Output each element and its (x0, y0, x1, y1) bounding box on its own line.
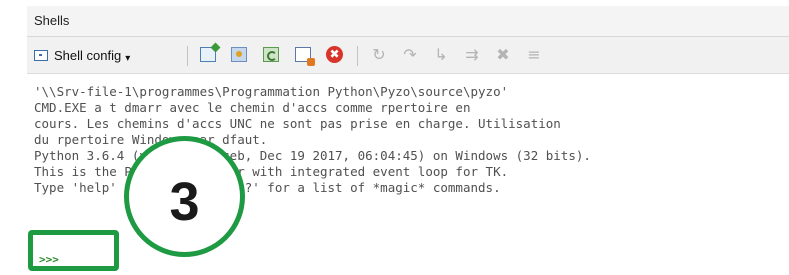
shell-output-line: Python 3.6.4 (v3.6.4:d48eceb, Dec 19 201… (34, 148, 591, 163)
debug-shell-icon[interactable] (231, 47, 247, 62)
panel-title: Shells (34, 13, 70, 28)
shell-config-label: Shell config (54, 47, 122, 63)
shell-config-icon (34, 49, 48, 61)
interrupt-icon[interactable]: ↻ (370, 46, 388, 64)
shell-config-button[interactable]: Shell config ▾ (34, 44, 184, 66)
stack-trace-icon[interactable]: ≡ (525, 46, 543, 64)
shell-output-line: cours. Les chemins d'accs UNC ne sont pa… (34, 116, 561, 131)
shell-output-line: '\\Srv-file-1\programmes\Programmation P… (34, 84, 509, 99)
terminate-shell-icon[interactable]: ✖ (326, 46, 343, 63)
panel-titlebar: Shells (27, 6, 789, 37)
step-out-icon[interactable]: ⇉ (463, 46, 481, 64)
shell-output-line: Type 'help' for help, type '?' for a lis… (34, 180, 501, 195)
toolbar-separator (187, 46, 188, 66)
pyzo-shell-panel: Shells Shell config ▾ ✖ ↻ ↷ ↳ ⇉ ✖ ≡ '\\S… (0, 0, 789, 275)
restart-shell-icon[interactable] (263, 47, 279, 62)
chevron-down-icon: ▾ (125, 52, 131, 64)
step-number: 3 (169, 171, 200, 232)
step-number-callout: 3 (124, 136, 245, 257)
stop-debug-icon[interactable]: ✖ (494, 46, 512, 64)
prompt-highlight-box (28, 230, 119, 271)
close-shell-icon[interactable] (295, 47, 315, 66)
shell-output-line: CMD.EXE a t dmarr avec le chemin d'accs … (34, 100, 471, 115)
toolbar-separator (357, 46, 358, 66)
new-shell-icon[interactable] (200, 47, 216, 62)
shell-toolbar: Shell config ▾ ✖ ↻ ↷ ↳ ⇉ ✖ ≡ (27, 37, 789, 74)
step-over-icon[interactable]: ↷ (401, 46, 419, 64)
shell-output-line: This is the Pyzo interpreter with integr… (34, 164, 509, 179)
step-into-icon[interactable]: ↳ (432, 46, 450, 64)
